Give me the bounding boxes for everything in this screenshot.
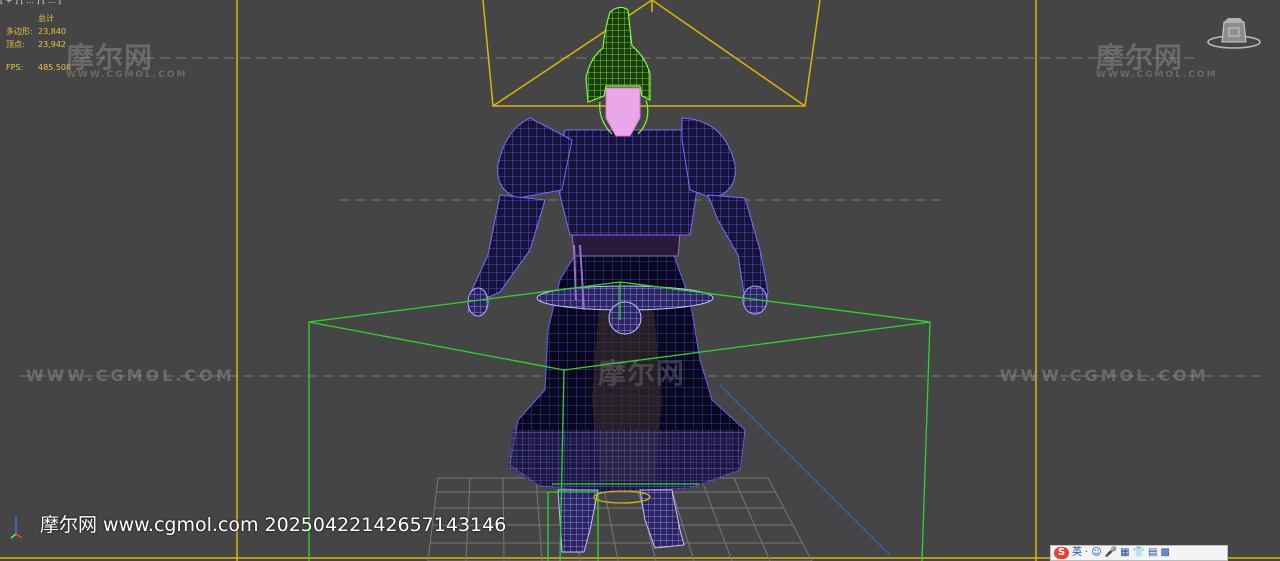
ime-voice-icon[interactable]: 🎤 (1105, 547, 1117, 559)
stats-fps-row: FPS: 485.508 (6, 61, 71, 74)
ime-lang-toggle[interactable]: 英 (1072, 547, 1082, 559)
stats-verts-row: 顶点: 23,942 (6, 38, 71, 51)
stats-verts-value: 23,942 (38, 40, 66, 49)
watermark-logo-center: 摩尔网 (598, 357, 686, 390)
ime-punct-icon[interactable]: · (1085, 547, 1088, 559)
viewcube-icon[interactable] (1206, 16, 1262, 50)
axis-tripod-icon (10, 516, 23, 539)
viewport-label[interactable]: [ + ] [ ... ] [ ... ] (0, 0, 61, 5)
torso-mesh[interactable] (554, 129, 701, 236)
watermark-url-left: WWW.CGMOL.COM (26, 366, 235, 385)
ime-grid-icon[interactable]: ▩ (1160, 547, 1169, 559)
stats-polys-row: 多边形: 23,840 (6, 25, 71, 38)
ime-logo-icon[interactable]: S (1054, 547, 1069, 559)
ime-keyboard-icon[interactable]: ▦ (1120, 547, 1129, 559)
left-shoulder-mesh (497, 117, 573, 199)
watermark-logo-url-right: WWW.CGMOL.COM (1096, 70, 1218, 80)
stats-polys-label: 多边形: (6, 27, 33, 36)
3d-viewport[interactable]: [ + ] [ ... ] [ ... ] 总计 多边形: 23,840 顶点:… (0, 0, 1280, 561)
stats-fps-label: FPS: (6, 63, 24, 72)
footer-watermark: 摩尔网 www.cgmol.com 20250422142657143146 (40, 514, 507, 536)
ime-emoji-icon[interactable]: ☺ (1091, 547, 1101, 559)
right-shoulder-mesh (681, 117, 736, 199)
viewport-scene[interactable] (0, 0, 1280, 561)
stats-verts-label: 顶点: (6, 40, 25, 49)
camera-frustum[interactable] (482, 0, 821, 107)
watermark-url-right: WWW.CGMOL.COM (1000, 366, 1209, 385)
character-mesh[interactable] (467, 6, 769, 553)
scene-statistics: 总计 多边形: 23,840 顶点: 23,942 FPS: 485.508 (6, 12, 71, 74)
ime-toolbox-icon[interactable]: ▤ (1148, 547, 1157, 559)
axis-line (719, 384, 891, 556)
right-leg-mesh (639, 489, 685, 549)
ime-skin-icon[interactable]: 👕 (1133, 547, 1145, 559)
stats-polys-value: 23,840 (38, 27, 66, 36)
watermark-logo-url-left: WWW.CGMOL.COM (66, 70, 188, 80)
face-mesh (605, 87, 641, 137)
stats-header: 总计 (38, 14, 54, 23)
ime-toolbar[interactable]: S 英 · ☺ 🎤 ▦ 👕 ▤ ▩ (1050, 545, 1228, 561)
